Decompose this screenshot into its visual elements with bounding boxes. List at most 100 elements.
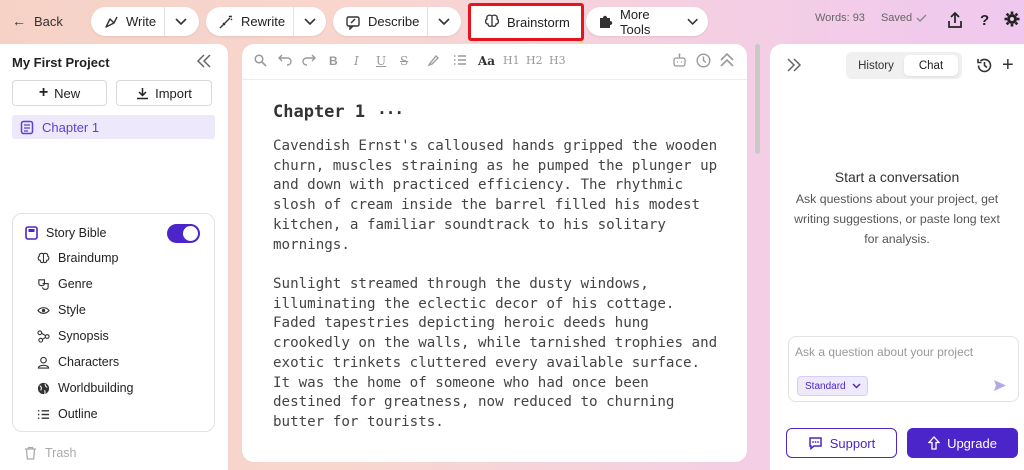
describe-tool: Describe bbox=[333, 7, 461, 36]
send-button[interactable] bbox=[993, 379, 1007, 397]
font-size-button[interactable]: Aa bbox=[478, 54, 495, 68]
masks-icon bbox=[38, 278, 49, 290]
chat-input[interactable] bbox=[795, 345, 1010, 359]
rewrite-dropdown-button[interactable] bbox=[294, 7, 326, 36]
support-button[interactable]: Support bbox=[786, 428, 897, 458]
story-bible-item-style[interactable]: Style bbox=[37, 300, 86, 320]
highlighter-icon bbox=[427, 55, 439, 67]
tab-history[interactable]: History bbox=[850, 56, 902, 75]
brainstorm-button[interactable]: Brainstorm bbox=[476, 9, 576, 35]
robot-icon bbox=[673, 53, 686, 67]
chevron-down-icon bbox=[852, 383, 861, 389]
heading1-button[interactable]: H1 bbox=[503, 54, 520, 67]
outline-label: Outline bbox=[58, 407, 98, 421]
document-icon bbox=[20, 120, 34, 134]
brain-icon bbox=[37, 252, 50, 263]
describe-icon bbox=[345, 14, 361, 30]
word-count: Words: 93 bbox=[815, 12, 865, 24]
redo-button[interactable] bbox=[302, 54, 316, 66]
history-button[interactable] bbox=[696, 53, 711, 68]
heading2-button[interactable]: H2 bbox=[526, 54, 543, 67]
rewrite-button[interactable]: Rewrite bbox=[206, 7, 293, 36]
heading3-label: H3 bbox=[549, 54, 566, 67]
write-dropdown-button[interactable] bbox=[165, 7, 197, 36]
heading3-button[interactable]: H3 bbox=[549, 54, 566, 67]
strikethrough-button[interactable]: S bbox=[400, 54, 408, 68]
chat-bubble-icon bbox=[808, 437, 822, 450]
help-icon: ? bbox=[980, 12, 990, 29]
write-button[interactable]: Write bbox=[91, 7, 164, 36]
collapse-chat-button[interactable] bbox=[786, 58, 802, 77]
describe-button[interactable]: Describe bbox=[333, 7, 427, 36]
chat-history-button[interactable] bbox=[976, 57, 993, 79]
toggle-knob bbox=[183, 226, 198, 241]
clock-icon bbox=[696, 53, 711, 68]
style-label: Style bbox=[58, 303, 86, 317]
chat-composer: Standard bbox=[788, 336, 1019, 402]
story-bible-toggle[interactable] bbox=[167, 224, 200, 243]
italic-button[interactable]: I bbox=[354, 54, 359, 68]
chat-panel: History Chat + Start a conversation Ask … bbox=[770, 44, 1024, 470]
help-button[interactable]: ? bbox=[980, 12, 989, 29]
braindump-label: Braindump bbox=[58, 251, 119, 265]
story-bible-header: Story Bible bbox=[25, 226, 106, 240]
list-icon bbox=[37, 409, 50, 419]
worldbuilding-label: Worldbuilding bbox=[58, 381, 134, 395]
import-button[interactable]: Import bbox=[116, 80, 212, 106]
trash-label: Trash bbox=[45, 446, 77, 460]
bold-button[interactable]: B bbox=[329, 54, 338, 68]
write-label: Write bbox=[126, 14, 157, 29]
rewrite-label: Rewrite bbox=[241, 14, 286, 29]
history-icon bbox=[977, 58, 992, 73]
story-bible-item-genre[interactable]: Genre bbox=[37, 274, 93, 294]
share-button[interactable] bbox=[947, 11, 963, 34]
tab-chat[interactable]: Chat bbox=[904, 55, 958, 76]
arrow-up-icon bbox=[928, 436, 941, 450]
upgrade-label: Upgrade bbox=[947, 435, 997, 451]
story-bible-item-worldbuilding[interactable]: Worldbuilding bbox=[37, 378, 134, 398]
more-tools-label: More Tools bbox=[620, 6, 651, 37]
mode-select[interactable]: Standard bbox=[797, 376, 868, 396]
collapse-toolbar-button[interactable] bbox=[720, 53, 734, 68]
trash-button[interactable]: Trash bbox=[24, 446, 77, 460]
double-chevron-right-icon bbox=[787, 58, 802, 72]
ai-robot-button[interactable] bbox=[672, 53, 687, 68]
collapse-sidebar-button[interactable] bbox=[196, 54, 212, 73]
search-button[interactable] bbox=[254, 54, 267, 67]
characters-label: Characters bbox=[58, 355, 120, 369]
story-bible-item-characters[interactable]: Characters bbox=[37, 352, 119, 372]
heading1-label: H1 bbox=[503, 54, 520, 67]
chat-tabs: History Chat bbox=[846, 52, 962, 79]
paragraph[interactable]: Cavendish Ernst's calloused hands grippe… bbox=[273, 137, 723, 255]
underline-button[interactable]: U bbox=[376, 54, 386, 68]
story-bible-card: Story Bible Braindump Genre Style Synops… bbox=[12, 213, 215, 432]
bold-label: B bbox=[329, 54, 338, 68]
describe-dropdown-button[interactable] bbox=[428, 7, 460, 36]
back-button[interactable]: ← Back bbox=[12, 8, 63, 34]
trash-icon bbox=[25, 446, 36, 460]
story-bible-item-synopsis[interactable]: Synopsis bbox=[37, 326, 109, 346]
heading2-label: H2 bbox=[526, 54, 543, 67]
story-bible-item-braindump[interactable]: Braindump bbox=[37, 248, 118, 268]
strikethrough-label: S bbox=[400, 54, 409, 68]
brainstorm-highlight-box: Brainstorm bbox=[468, 3, 584, 41]
editor-scrollbar[interactable] bbox=[755, 44, 760, 154]
chapter-more-button[interactable]: ··· bbox=[377, 103, 404, 122]
story-bible-item-outline[interactable]: Outline bbox=[37, 404, 98, 424]
new-chat-button[interactable]: + bbox=[1002, 55, 1014, 75]
list-icon bbox=[454, 55, 466, 65]
paragraph[interactable]: Sunlight streamed through the dusty wind… bbox=[273, 275, 723, 433]
undo-button[interactable] bbox=[278, 54, 292, 66]
upgrade-button[interactable]: Upgrade bbox=[907, 428, 1018, 458]
scrollbar-thumb[interactable] bbox=[755, 44, 760, 154]
more-tools-button[interactable]: More Tools bbox=[586, 6, 708, 37]
synopsis-icon bbox=[37, 329, 50, 343]
arrow-left-icon: ← bbox=[12, 13, 26, 29]
new-button[interactable]: + New bbox=[12, 80, 107, 106]
mode-label: Standard bbox=[805, 380, 846, 392]
highlight-button[interactable] bbox=[427, 54, 440, 67]
chapter-item-1[interactable]: Chapter 1 bbox=[12, 115, 215, 139]
settings-button[interactable] bbox=[1004, 11, 1020, 32]
pen-nib-icon bbox=[103, 14, 119, 30]
bullet-list-button[interactable] bbox=[453, 54, 467, 66]
